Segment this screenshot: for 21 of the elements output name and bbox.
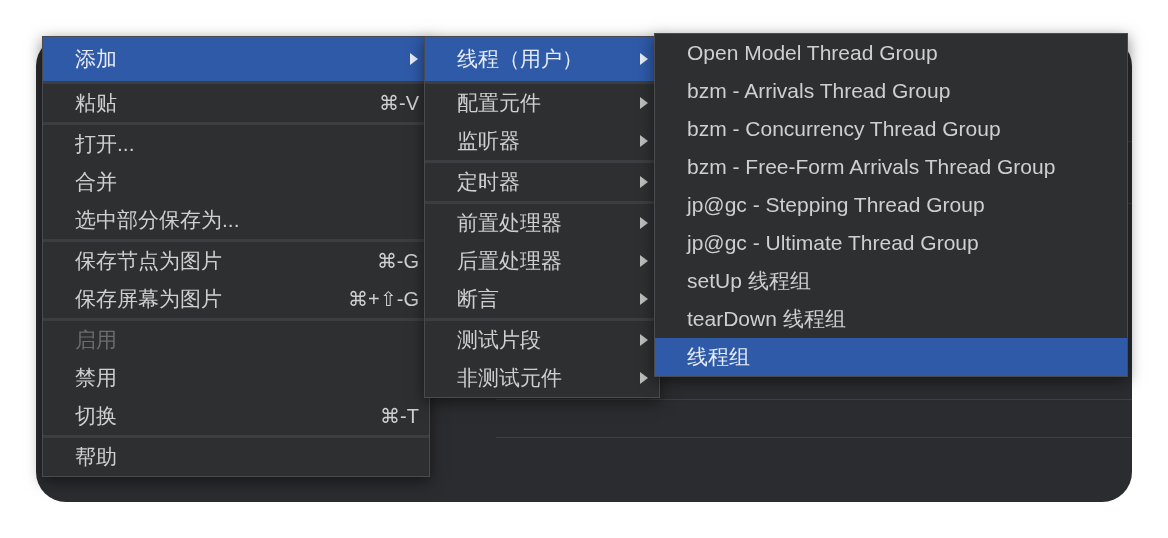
menu-item[interactable]: 线程组 bbox=[655, 338, 1127, 376]
menu-item[interactable]: jp@gc - Ultimate Thread Group bbox=[655, 224, 1127, 262]
menu-item[interactable]: bzm - Concurrency Thread Group bbox=[655, 110, 1127, 148]
submenu-arrow-icon bbox=[639, 216, 649, 230]
menu-item[interactable]: 帮助 bbox=[43, 438, 429, 476]
submenu-arrow-icon bbox=[639, 371, 649, 385]
shortcut-text: ⌘-V bbox=[379, 91, 419, 116]
submenu-arrow-icon bbox=[639, 134, 649, 148]
submenu-arrow-icon bbox=[639, 333, 649, 347]
shortcut-text: ⌘-G bbox=[376, 249, 419, 274]
shortcut-text: ⌘-T bbox=[380, 404, 419, 429]
menu-item[interactable]: tearDown 线程组 bbox=[655, 300, 1127, 338]
submenu-arrow-icon bbox=[639, 52, 649, 66]
submenu-arrow-icon bbox=[639, 96, 649, 110]
submenu-arrow-icon bbox=[639, 292, 649, 306]
submenu-arrow-icon bbox=[639, 175, 649, 189]
menu-item[interactable]: setUp 线程组 bbox=[655, 262, 1127, 300]
menu-item[interactable]: 切换 ⌘-T bbox=[43, 397, 429, 435]
shortcut-text: ⌘+⇧-G bbox=[348, 287, 419, 312]
submenu-arrow-icon bbox=[639, 254, 649, 268]
submenu-arrow-icon bbox=[409, 52, 419, 66]
